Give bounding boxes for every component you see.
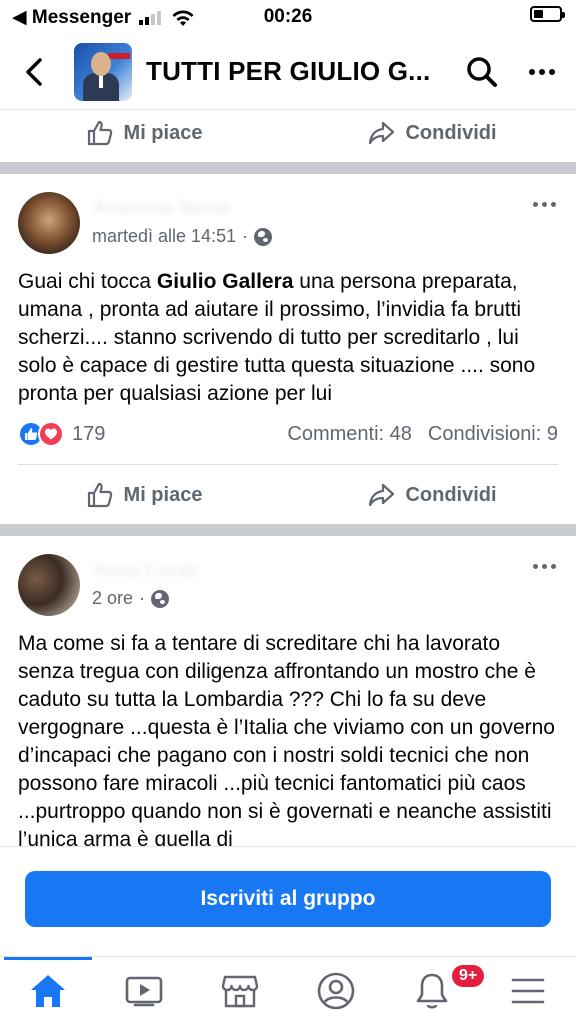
post: Anna Cerati 2 ore · Ma come si fa a tent… bbox=[0, 554, 576, 846]
post-text: Ma come si fa a tentare di screditare ch… bbox=[18, 632, 555, 846]
previous-post-actions: Mi piace Condividi bbox=[0, 104, 576, 162]
avatar[interactable] bbox=[18, 192, 80, 254]
post-separator bbox=[0, 162, 576, 174]
status-bar: ◀ Messenger 00:26 bbox=[0, 0, 576, 34]
post-meta: martedì alle 14:51 · bbox=[92, 226, 273, 247]
post-more-button[interactable] bbox=[533, 564, 556, 569]
post-text: Guai chi tocca Giulio Gallera una person… bbox=[18, 270, 536, 405]
reactions-summary[interactable]: 179 bbox=[18, 421, 105, 447]
stats-right: Commenti: 48 Condivisioni: 9 bbox=[287, 423, 558, 446]
mentioned-person[interactable]: Giulio Gallera bbox=[157, 270, 294, 293]
tab-home[interactable] bbox=[0, 957, 96, 1024]
like-button[interactable]: Mi piace bbox=[0, 104, 288, 162]
share-button[interactable]: Condividi bbox=[288, 104, 576, 162]
share-icon bbox=[369, 483, 395, 507]
group-header: TUTTI PER GIULIO G... bbox=[0, 34, 576, 110]
home-icon bbox=[31, 974, 65, 1007]
bottom-tab-bar: 9+ bbox=[0, 956, 576, 1024]
post-meta: 2 ore · bbox=[92, 588, 170, 609]
search-icon bbox=[467, 57, 497, 87]
video-icon bbox=[125, 976, 163, 1006]
share-label: Condividi bbox=[405, 121, 497, 144]
more-icon bbox=[529, 69, 535, 75]
post-author[interactable]: Anna Cerati bbox=[92, 560, 199, 582]
group-avatar[interactable] bbox=[74, 42, 132, 101]
post-timestamp[interactable]: 2 ore bbox=[92, 588, 133, 609]
tab-notifications[interactable]: 9+ bbox=[384, 957, 487, 1024]
join-group-button[interactable]: Iscriviti al gruppo bbox=[25, 871, 551, 927]
like-button[interactable]: Mi piace bbox=[0, 466, 288, 524]
share-label: Condividi bbox=[405, 483, 497, 506]
globe-icon bbox=[151, 589, 170, 608]
avatar[interactable] bbox=[18, 554, 80, 616]
post-more-button[interactable] bbox=[533, 202, 556, 207]
notifications-icon bbox=[416, 973, 448, 1009]
search-button[interactable] bbox=[462, 52, 502, 92]
post-actions: Mi piace Condividi bbox=[0, 466, 576, 524]
comments-count-link[interactable]: Commenti: 48 bbox=[287, 423, 412, 446]
post: Anonima Nome martedì alle 14:51 · Guai c… bbox=[0, 192, 576, 408]
love-reaction-icon bbox=[38, 421, 64, 447]
like-label: Mi piace bbox=[123, 121, 203, 144]
thumbs-up-icon bbox=[87, 120, 112, 146]
thumbs-up-icon bbox=[87, 482, 112, 508]
chevron-left-icon bbox=[26, 57, 42, 86]
shares-count-link[interactable]: Condivisioni: 9 bbox=[428, 423, 558, 446]
menu-icon bbox=[511, 978, 545, 1003]
post-header: Anna Cerati 2 ore · bbox=[0, 554, 576, 630]
more-options-button[interactable] bbox=[520, 52, 564, 92]
profile-icon bbox=[317, 972, 355, 1009]
divider bbox=[18, 464, 558, 465]
share-icon bbox=[369, 121, 395, 145]
like-label: Mi piace bbox=[123, 483, 203, 506]
tab-menu[interactable] bbox=[480, 957, 576, 1024]
clock: 00:26 bbox=[263, 6, 313, 27]
post-separator bbox=[0, 524, 576, 536]
globe-icon bbox=[254, 227, 273, 246]
post-header: Anonima Nome martedì alle 14:51 · bbox=[0, 192, 576, 268]
more-icon bbox=[533, 564, 538, 569]
post-stats: 179 Commenti: 48 Condivisioni: 9 bbox=[0, 414, 576, 454]
battery-icon bbox=[530, 6, 565, 22]
post-timestamp[interactable]: martedì alle 14:51 bbox=[92, 226, 236, 247]
post-author[interactable]: Anonima Nome bbox=[92, 198, 231, 220]
tab-marketplace[interactable] bbox=[192, 957, 288, 1024]
group-title[interactable]: TUTTI PER GIULIO G... bbox=[146, 56, 430, 87]
marketplace-icon bbox=[221, 975, 259, 1007]
tab-video[interactable] bbox=[96, 957, 192, 1024]
join-bar: Iscriviti al gruppo bbox=[0, 846, 576, 952]
reactions-count: 179 bbox=[72, 422, 106, 445]
more-icon bbox=[533, 202, 538, 207]
tab-profile[interactable] bbox=[288, 957, 384, 1024]
back-button[interactable] bbox=[14, 52, 54, 92]
share-button[interactable]: Condividi bbox=[288, 466, 576, 524]
